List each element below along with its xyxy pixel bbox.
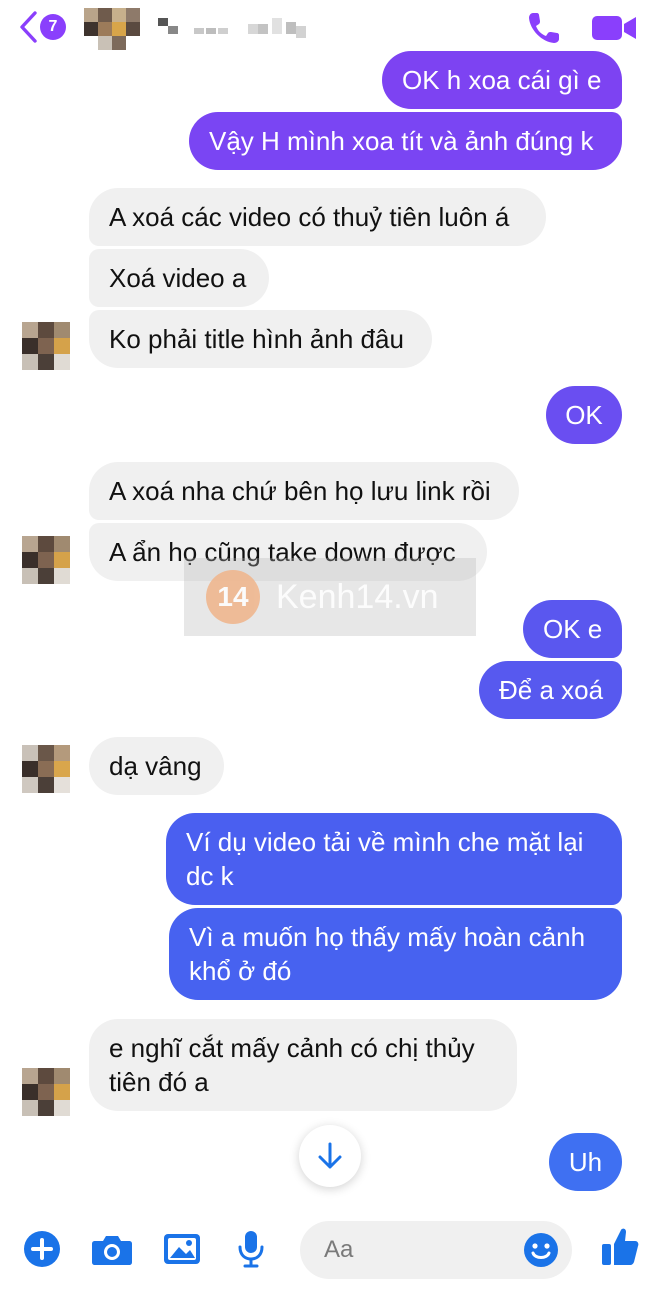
microphone-icon: [238, 1231, 264, 1268]
scroll-to-bottom-button[interactable]: [299, 1125, 361, 1187]
message-incoming[interactable]: A xoá nha chứ bên họ lưu link rồi: [89, 462, 519, 520]
kenh14-watermark: 14 Kenh14.vn: [184, 558, 476, 636]
message-incoming[interactable]: e nghĩ cắt mấy cảnh có chị thủy tiên đó …: [89, 1019, 517, 1111]
phone-call-icon[interactable]: [524, 8, 564, 48]
watermark-text: Kenh14.vn: [276, 577, 439, 616]
kenh14-logo: 14: [206, 570, 260, 624]
camera-button[interactable]: [90, 1227, 134, 1271]
contact-avatar-small[interactable]: [22, 1068, 72, 1116]
gallery-button[interactable]: [160, 1227, 204, 1271]
video-call-icon[interactable]: [590, 10, 638, 46]
back-button[interactable]: 7: [18, 10, 66, 44]
contact-avatar-small[interactable]: [22, 745, 72, 793]
contact-avatar-small[interactable]: [22, 322, 72, 370]
message-input-container[interactable]: [300, 1221, 572, 1279]
arrow-down-icon: [318, 1142, 342, 1169]
contact-name-pixelated: [158, 18, 306, 38]
message-incoming[interactable]: dạ vâng: [89, 737, 224, 795]
message-composer: [0, 1205, 660, 1290]
like-button[interactable]: [598, 1225, 642, 1269]
contact-avatar-small[interactable]: [22, 536, 72, 584]
more-actions-button[interactable]: [20, 1227, 64, 1271]
contact-avatar[interactable]: [84, 4, 146, 50]
message-input[interactable]: [324, 1221, 514, 1279]
message-outgoing[interactable]: Vì a muốn họ thấy mấy hoàn cảnh khổ ở đó: [169, 908, 622, 1000]
message-outgoing[interactable]: Vậy H mình xoa tít và ảnh đúng k: [189, 112, 622, 170]
message-outgoing[interactable]: Uh: [549, 1133, 622, 1191]
voice-message-button[interactable]: [229, 1227, 273, 1271]
message-incoming[interactable]: A xoá các video có thuỷ tiên luôn á: [89, 188, 546, 246]
message-outgoing[interactable]: OK e: [523, 600, 622, 658]
chat-header: 7: [0, 0, 660, 58]
message-outgoing[interactable]: Ví dụ video tải về mình che mặt lại dc k: [166, 813, 622, 905]
message-incoming[interactable]: Ko phải title hình ảnh đâu: [89, 310, 432, 368]
message-incoming[interactable]: Xoá video a: [89, 249, 269, 307]
emoji-icon[interactable]: [522, 1231, 560, 1269]
chevron-left-icon: [20, 11, 37, 43]
message-outgoing[interactable]: Để a xoá: [479, 661, 622, 719]
message-outgoing[interactable]: OK h xoa cái gì e: [382, 51, 622, 109]
unread-count-badge: 7: [40, 14, 66, 40]
camera-icon: [92, 1236, 132, 1265]
message-outgoing[interactable]: OK: [546, 386, 622, 444]
thumbs-up-icon: [602, 1228, 639, 1265]
plus-icon: [24, 1231, 60, 1267]
image-icon: [164, 1234, 200, 1264]
